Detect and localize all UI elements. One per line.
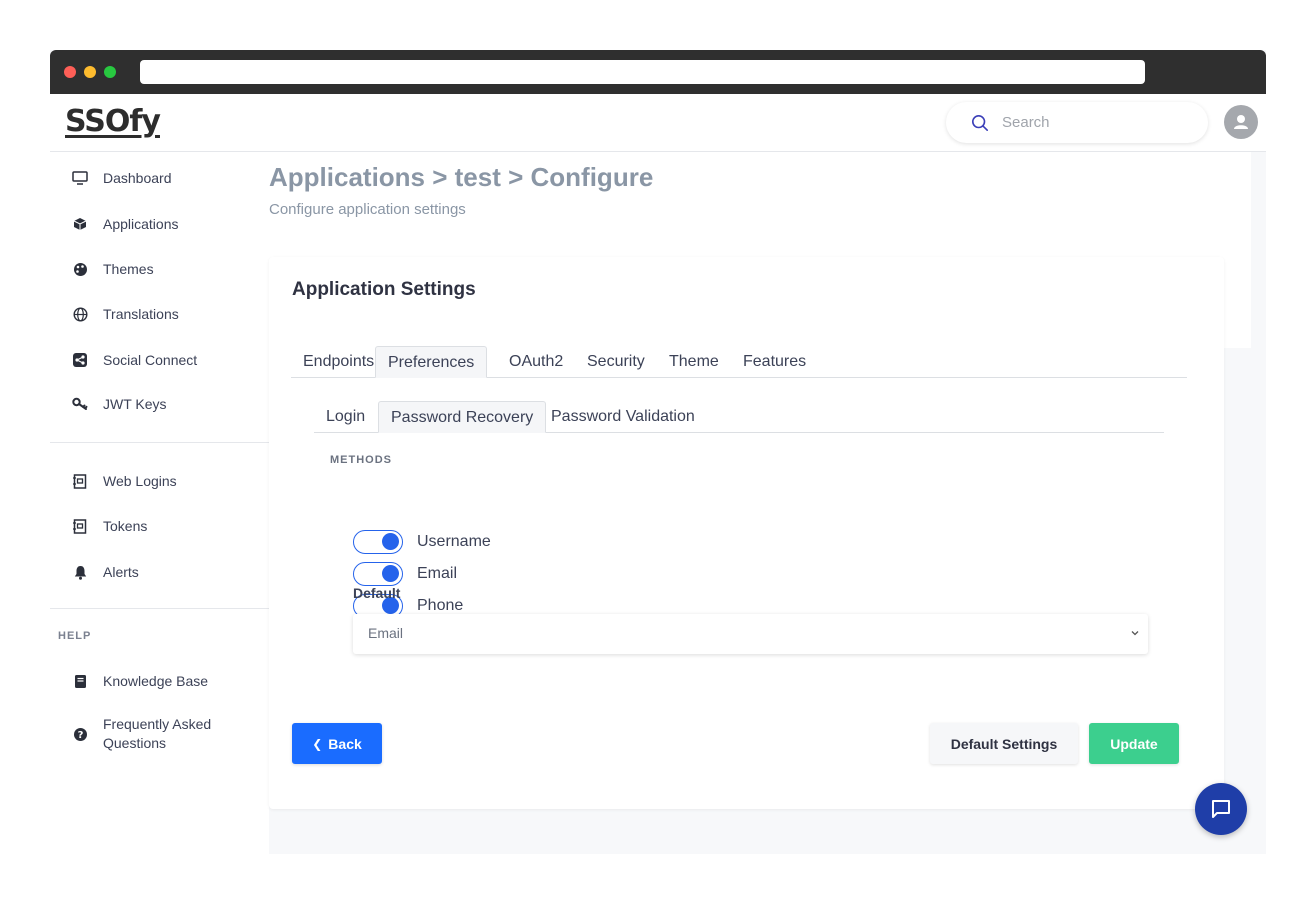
settings-tabs: Endpoints Preferences OAuth2 Security Th… [291,346,1187,378]
subtab-login[interactable]: Login [314,401,377,433]
sidebar-item-label: JWT Keys [103,395,167,412]
method-label: Phone [417,597,464,614]
sidebar-item-dashboard[interactable]: Dashboard [50,168,269,188]
globe-icon [71,305,89,323]
sidebar-item-jwt-keys[interactable]: JWT Keys [50,394,269,414]
tab-security[interactable]: Security [575,346,657,378]
sidebar-item-label: Social Connect [103,351,198,368]
select-value: Email [368,625,404,641]
toggle-knob [382,565,399,582]
method-label: Email [417,565,458,582]
sidebar-item-label: Translations [103,305,179,322]
share-icon [71,351,89,369]
minimize-window-button[interactable] [84,66,96,78]
sidebar-item-social-connect[interactable]: Social Connect [50,350,269,370]
back-button[interactable]: ❮ Back [292,723,382,764]
back-button-label: Back [328,735,362,752]
sidebar-item-label: Web Logins [103,472,177,489]
method-row-username: Username [353,530,491,554]
tab-endpoints[interactable]: Endpoints [291,346,386,378]
method-row-email: Email [353,562,457,586]
sidebar-item-alerts[interactable]: Alerts [50,562,269,582]
sidebar-item-label: Dashboard [103,169,172,186]
sidebar-item-themes[interactable]: Themes [50,259,269,279]
method-label: Username [417,533,491,550]
sidebar: Dashboard Applications Themes Translatio… [50,152,269,854]
username-toggle[interactable] [353,530,403,554]
sidebar-item-label: Frequently Asked Questions [103,716,212,751]
subtab-password-validation[interactable]: Password Validation [539,401,707,433]
sidebar-item-knowledge-base[interactable]: Knowledge Base [50,671,269,691]
chevron-left-icon: ❮ [312,736,323,751]
key-icon [71,395,89,413]
avatar[interactable] [1224,105,1258,139]
question-circle-icon: ? [71,725,89,743]
search-input[interactable] [1002,110,1192,134]
sidebar-divider [50,608,269,609]
sidebar-item-label: Knowledge Base [103,672,209,689]
subtab-password-recovery[interactable]: Password Recovery [378,401,547,433]
palette-icon [71,260,89,278]
search-icon [971,114,989,132]
chat-button[interactable] [1195,783,1247,835]
tab-oauth2[interactable]: OAuth2 [497,346,575,378]
help-section-label: HELP [58,630,92,642]
bell-icon [71,563,89,581]
user-icon [1234,115,1248,129]
default-settings-button[interactable]: Default Settings [930,723,1078,764]
tab-features[interactable]: Features [731,346,818,378]
sidebar-item-label: Themes [103,260,154,277]
sidebar-item-applications[interactable]: Applications [50,214,269,234]
toggle-knob [382,533,399,550]
monitor-icon [71,169,89,187]
sidebar-item-translations[interactable]: Translations [50,304,269,324]
sidebar-item-faq[interactable]: ? Frequently Asked Questions [50,715,269,753]
chevron-down-icon [1131,631,1139,636]
sidebar-item-label: Alerts [103,563,139,580]
sidebar-divider [50,442,269,443]
settings-card: Application Settings Endpoints Preferenc… [269,257,1224,809]
browser-titlebar [50,50,1266,94]
browser-window: SSOfy Dashboard Applicati [50,50,1266,854]
address-bar[interactable] [140,60,1145,84]
card-title: Application Settings [292,279,476,300]
top-header: SSOfy [50,94,1266,152]
web-login-icon [71,472,89,490]
book-icon [71,672,89,690]
page-title: Applications > test > Configure [269,162,654,192]
app-logo[interactable]: SSOfy [65,104,161,139]
sidebar-item-label: Applications [103,215,179,232]
tab-theme[interactable]: Theme [657,346,731,378]
maximize-window-button[interactable] [104,66,116,78]
search-box[interactable] [946,102,1208,143]
close-window-button[interactable] [64,66,76,78]
update-button[interactable]: Update [1089,723,1179,764]
sidebar-item-label: Tokens [103,517,148,534]
preferences-subtabs: Login Password Recovery Password Validat… [314,401,1164,433]
default-method-select[interactable]: Email [353,614,1148,654]
page-subtitle: Configure application settings [269,201,466,218]
cube-icon [71,215,89,233]
sidebar-item-web-logins[interactable]: Web Logins [50,471,269,491]
methods-label: METHODS [330,454,392,466]
chat-icon [1212,800,1230,818]
tab-preferences[interactable]: Preferences [375,346,488,378]
sidebar-item-tokens[interactable]: Tokens [50,516,269,536]
email-toggle[interactable] [353,562,403,586]
svg-text:?: ? [77,730,83,741]
default-method-label: Default [353,585,401,601]
token-icon [71,517,89,535]
